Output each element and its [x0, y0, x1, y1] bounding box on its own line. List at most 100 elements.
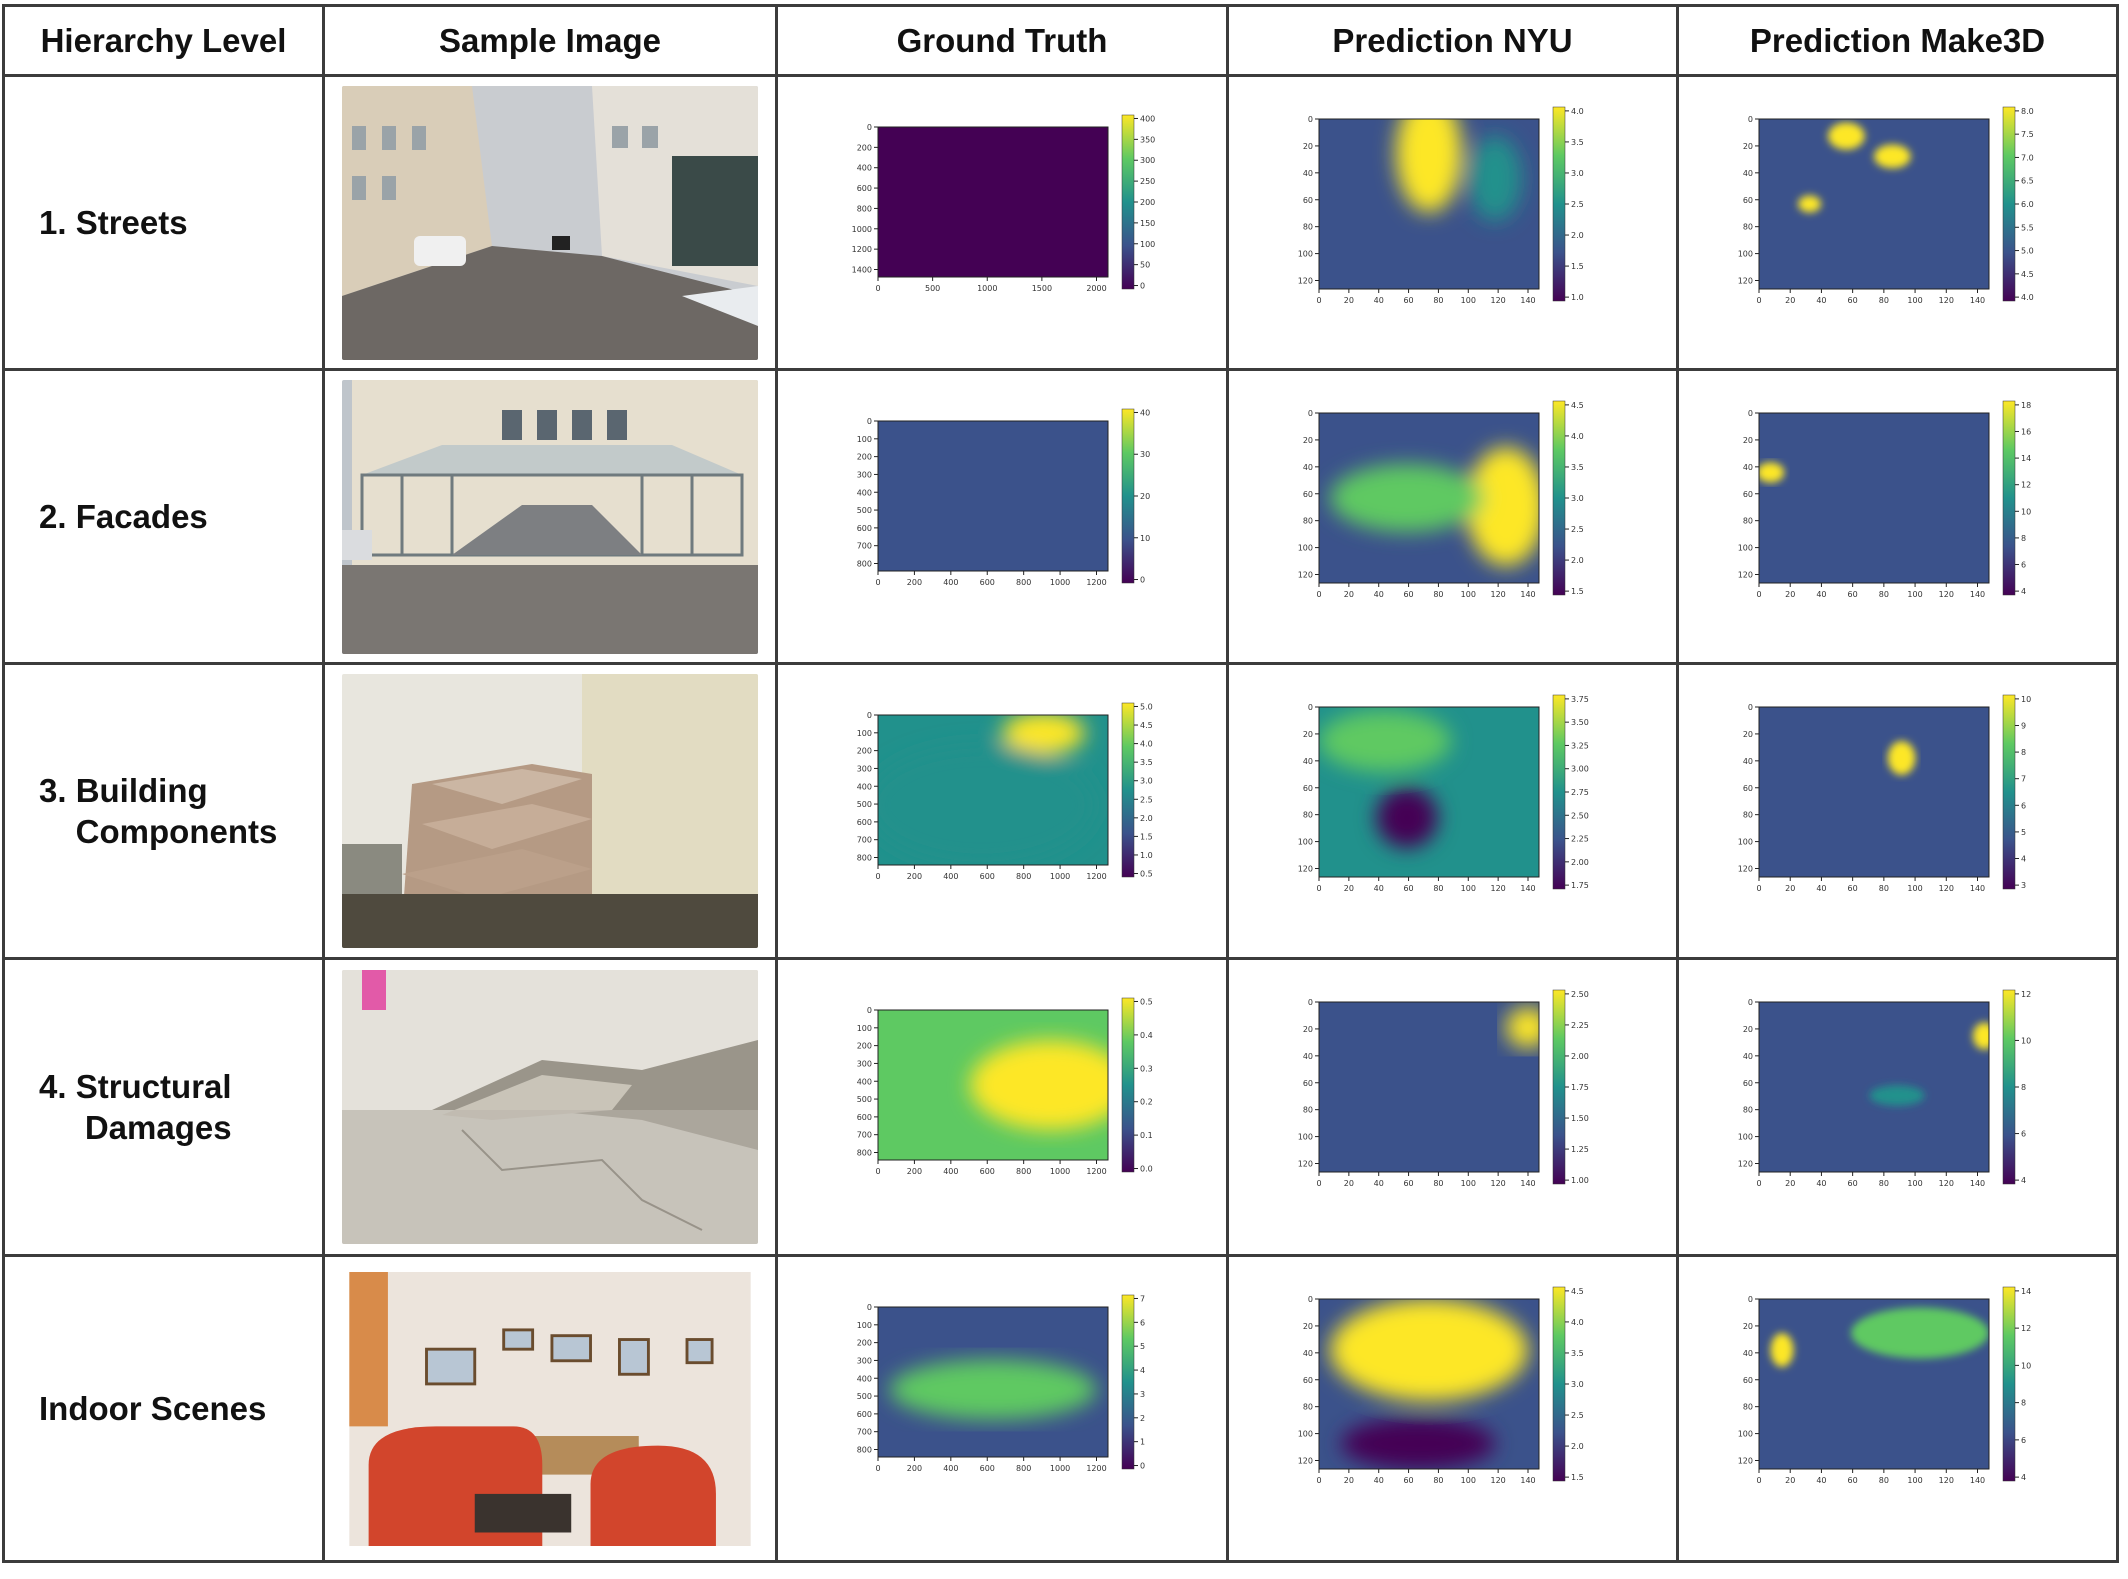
prediction-nyu-cell: 0 20 40 60 80 100 120 140 0 20 40 60 80 100 120 1.0 1.5 2… [1229, 77, 1679, 371]
y-tick-label: 0 [867, 1006, 872, 1015]
colorbar [1121, 997, 1135, 1173]
x-tick-label: 80 [1879, 884, 1889, 893]
x-tick-label: 100 [1461, 1476, 1476, 1485]
x-tick-label: 800 [1016, 578, 1031, 587]
x-tick-label: 80 [1433, 1476, 1443, 1485]
x-tick-label: 120 [1939, 884, 1954, 893]
colorbar-tick-label: 3 [1140, 1390, 1145, 1399]
x-tick-label: 0 [1316, 884, 1321, 893]
colorbar-tick-label: 3.5 [1571, 138, 1584, 147]
hierarchy-label: 3. Building Components [39, 772, 278, 850]
colorbar-tick-label: 4.0 [1571, 107, 1584, 116]
y-tick-label: 120 [1298, 1457, 1313, 1466]
x-tick-label: 40 [1374, 1476, 1384, 1485]
y-tick-label: 100 [857, 1321, 872, 1330]
x-tick-label: 20 [1785, 884, 1795, 893]
colorbar-tick-label: 4.0 [1140, 740, 1153, 749]
y-tick-label: 20 [1743, 1025, 1753, 1034]
colorbar-tick-label: 2.50 [1571, 811, 1589, 820]
ground-truth-depth-plot: 0 200 400 600 800 1000 12000100200300400500600… [857, 702, 1153, 881]
x-tick-label: 1000 [1050, 1464, 1070, 1473]
x-tick-label: 120 [1491, 590, 1506, 599]
prediction-make3d-depth-plot: 0 20 40 60 80 100 120 140 0 20 40 60 80 100 120 4 6 8 10 12… [1738, 400, 2031, 599]
colorbar-tick-label: 2.5 [1140, 795, 1153, 804]
x-tick-label: 600 [980, 1464, 995, 1473]
y-tick-label: 0 [1748, 998, 1753, 1007]
depth-region [1468, 136, 1522, 221]
y-tick-label: 700 [857, 1428, 872, 1437]
depth-map-image [1759, 707, 1989, 877]
colorbar-tick-label: 8 [2021, 1399, 2026, 1408]
colorbar-tick-label: 300 [1140, 156, 1155, 165]
x-tick-label: 20 [1344, 590, 1354, 599]
y-tick-label: 100 [1738, 250, 1753, 259]
y-tick-label: 120 [1738, 571, 1753, 580]
colorbar-tick-label: 2.0 [1571, 231, 1584, 240]
y-tick-label: 400 [857, 164, 872, 173]
y-tick-label: 700 [857, 542, 872, 551]
prediction-nyu-depth-plot: 0 20 40 60 80 100 120 140 0 20 40 60 80 100 120 1.75 2.0… [1298, 694, 1589, 893]
x-tick-label: 0 [1316, 1179, 1321, 1188]
ground-truth-depth-plot: 0 200 400 600 800 1000 12000100200300400500600… [857, 1294, 1145, 1473]
street-photo [342, 85, 758, 360]
y-tick-label: 0 [1308, 115, 1313, 124]
depth-region [1506, 1007, 1539, 1048]
x-tick-label: 120 [1939, 590, 1954, 599]
y-tick-label: 0 [1748, 409, 1753, 418]
y-tick-label: 20 [1743, 142, 1753, 151]
y-tick-label: 300 [857, 1356, 872, 1365]
ground-truth-depth-plot: 0 200 400 600 800 1000 12000100200300400500600… [857, 408, 1150, 587]
y-tick-label: 600 [857, 184, 872, 193]
colorbar-tick-label: 4 [2021, 855, 2026, 864]
y-tick-label: 40 [1743, 1349, 1753, 1358]
colorbar [1121, 114, 1135, 290]
x-tick-label: 0 [875, 1167, 880, 1176]
y-tick-label: 800 [857, 204, 872, 213]
x-tick-label: 120 [1939, 1179, 1954, 1188]
colorbar-tick-label: 6 [2021, 1130, 2026, 1139]
prediction-make3d-depth-plot: 0 20 40 60 80 100 120 140 0 20 40 60 80 100 120 4.0 4.5 5… [1738, 106, 2034, 305]
x-tick-label: 120 [1491, 296, 1506, 305]
colorbar-tick-label: 5.0 [1140, 702, 1153, 711]
x-tick-label: 0 [875, 1464, 880, 1473]
colorbar-tick-label: 1.50 [1571, 1114, 1589, 1123]
x-tick-label: 140 [1970, 884, 1985, 893]
header-ground-truth: Ground Truth [778, 7, 1229, 77]
x-tick-label: 0 [1316, 590, 1321, 599]
x-tick-label: 120 [1491, 1179, 1506, 1188]
colorbar-tick-label: 2.50 [1571, 990, 1589, 999]
ground-truth-cell: 0 200 400 600 800 1000 1200 0 100 200 300 400 500 600… [778, 960, 1229, 1257]
x-tick-label: 140 [1970, 1476, 1985, 1485]
x-tick-label: 80 [1433, 884, 1443, 893]
colorbar [1552, 989, 1566, 1185]
x-tick-label: 140 [1520, 884, 1535, 893]
y-tick-label: 800 [857, 854, 872, 863]
depth-region [1798, 195, 1822, 213]
colorbar-tick-label: 40 [1140, 408, 1150, 417]
row-label-structural-damages: 4. Structural Damages [5, 960, 325, 1257]
colorbar-tick-label: 8 [2021, 534, 2026, 543]
y-tick-label: 0 [1308, 703, 1313, 712]
x-tick-label: 60 [1848, 1476, 1858, 1485]
x-tick-label: 140 [1520, 1179, 1535, 1188]
y-tick-label: 40 [1303, 1052, 1313, 1061]
colorbar-tick-label: 150 [1140, 219, 1155, 228]
colorbar-tick-label: 1 [1140, 1438, 1145, 1447]
x-tick-label: 0 [875, 872, 880, 881]
colorbar-tick-label: 6 [1140, 1318, 1145, 1327]
y-tick-label: 300 [857, 1059, 872, 1068]
colorbar-tick-label: 2.0 [1571, 1442, 1584, 1451]
colorbar-tick-label: 20 [1140, 492, 1150, 501]
y-tick-label: 20 [1303, 436, 1313, 445]
colorbar-tick-label: 0.4 [1140, 1031, 1153, 1040]
x-tick-label: 500 [925, 284, 940, 293]
x-tick-label: 1000 [1050, 1167, 1070, 1176]
colorbar-tick-label: 1.5 [1571, 1473, 1584, 1482]
depth-region [1874, 144, 1911, 169]
x-tick-label: 100 [1461, 884, 1476, 893]
x-tick-label: 100 [1461, 590, 1476, 599]
colorbar-tick-label: 1.0 [1140, 851, 1153, 860]
x-tick-label: 60 [1848, 884, 1858, 893]
colorbar [2002, 400, 2016, 596]
y-tick-label: 100 [1738, 1133, 1753, 1142]
